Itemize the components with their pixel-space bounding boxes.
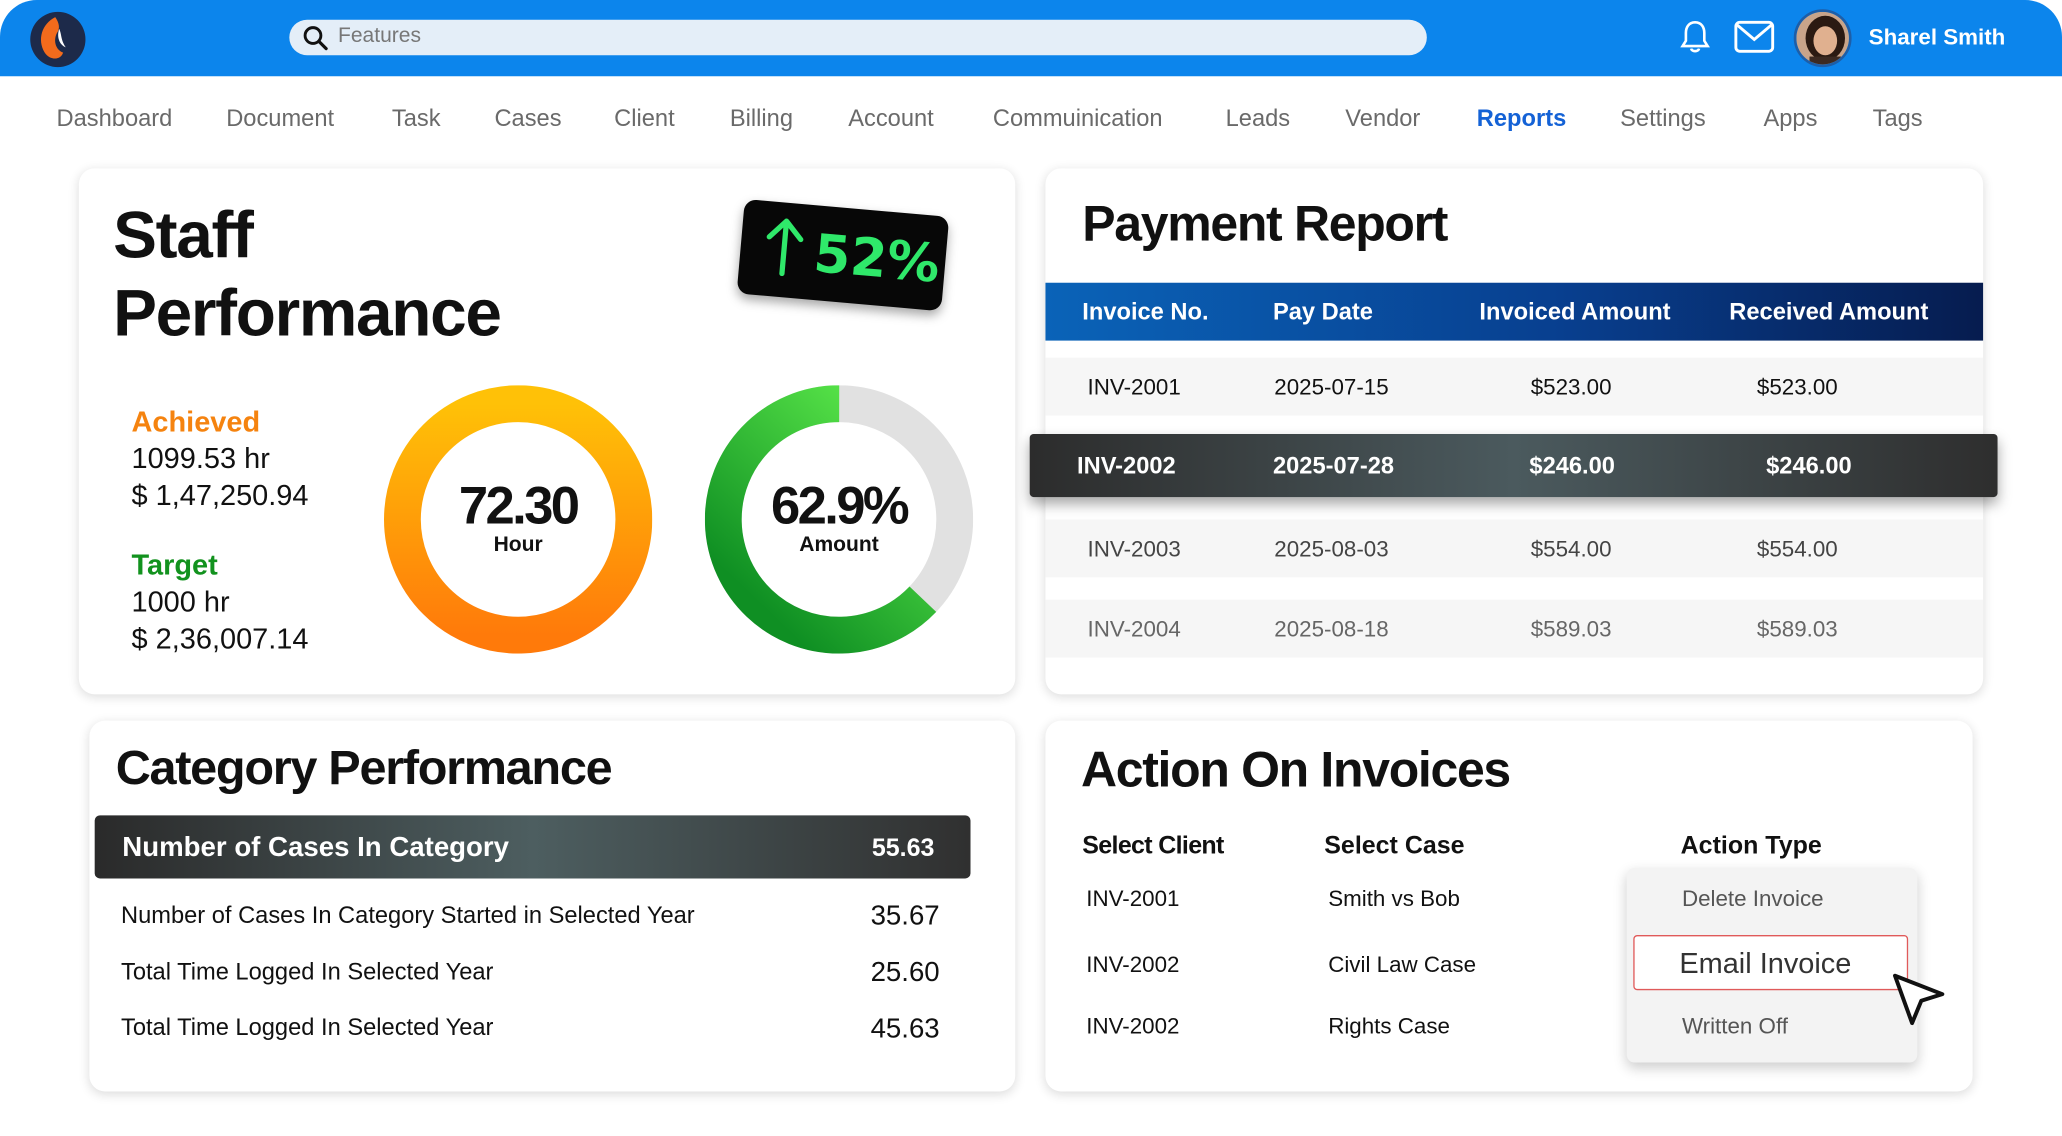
- nav-reports[interactable]: Reports: [1477, 105, 1566, 133]
- cell-invoice: INV-2003: [1087, 536, 1181, 562]
- cell-invoice: INV-2002: [1077, 452, 1176, 479]
- header-pay-date: Pay Date: [1272, 298, 1373, 325]
- category-header-label: Number of Cases In Category: [122, 832, 510, 863]
- user-name[interactable]: Sharel Smith: [1869, 25, 2006, 51]
- staff-title-line2: Performance: [113, 276, 502, 350]
- case-select-item[interactable]: Civil Law Case: [1328, 952, 1476, 978]
- client-select-item[interactable]: INV-2002: [1086, 952, 1179, 978]
- nav-settings[interactable]: Settings: [1620, 105, 1706, 133]
- cell-invoice: INV-2001: [1087, 374, 1181, 400]
- main-nav: Dashboard Document Task Cases Client Bil…: [0, 105, 2062, 137]
- case-select-item[interactable]: Rights Case: [1328, 1014, 1450, 1040]
- hours-ring-value: 72.30: [458, 477, 580, 536]
- cell-received: $246.00: [1766, 452, 1852, 479]
- mail-icon[interactable]: [1733, 20, 1775, 54]
- search-icon: [303, 26, 328, 51]
- target-label: Target: [131, 548, 218, 582]
- nav-tags[interactable]: Tags: [1873, 105, 1923, 133]
- client-select-item[interactable]: INV-2001: [1086, 886, 1179, 912]
- nav-account[interactable]: Account: [848, 105, 934, 133]
- option-written-off[interactable]: Written Off: [1682, 1014, 1788, 1040]
- cell-invoiced: $589.03: [1530, 616, 1612, 642]
- nav-document[interactable]: Document: [226, 105, 334, 133]
- category-row-label: Total Time Logged In Selected Year: [120, 958, 494, 985]
- nav-client[interactable]: Client: [614, 105, 675, 133]
- cell-invoiced: $246.00: [1529, 452, 1615, 479]
- cell-received: $589.03: [1756, 616, 1838, 642]
- cell-invoice: INV-2004: [1087, 616, 1181, 642]
- amount-ring-value: 62.9%: [770, 477, 910, 536]
- nav-apps[interactable]: Apps: [1763, 105, 1817, 133]
- target-amount: $ 2,36,007.14: [131, 622, 309, 655]
- category-row-label: Number of Cases In Category Started in S…: [120, 902, 695, 929]
- cell-invoiced: $523.00: [1530, 374, 1612, 400]
- growth-badge: 52%: [736, 199, 950, 312]
- growth-percent: 52%: [811, 223, 943, 296]
- target-hours: 1000 hr: [131, 585, 230, 619]
- case-select-item[interactable]: Smith vs Bob: [1328, 886, 1460, 912]
- cell-date: 2025-08-18: [1274, 616, 1389, 642]
- amount-ring-label: Amount: [799, 533, 879, 557]
- col-select-client: Select Client: [1082, 832, 1224, 861]
- payment-report-title: Payment Report: [1082, 197, 1448, 253]
- nav-billing[interactable]: Billing: [730, 105, 793, 133]
- action-invoices-title: Action On Invoices: [1080, 743, 1511, 799]
- payment-table-header: Invoice No. Pay Date Invoiced Amount Rec…: [1045, 282, 1984, 341]
- avatar[interactable]: [1793, 9, 1852, 68]
- client-select-item[interactable]: INV-2002: [1086, 1014, 1179, 1040]
- cell-date: 2025-08-03: [1274, 536, 1389, 562]
- category-row-value: 25.60: [870, 957, 940, 988]
- hours-ring-label: Hour: [493, 533, 543, 557]
- achieved-hours: 1099.53 hr: [131, 441, 270, 475]
- cell-received: $523.00: [1756, 374, 1838, 400]
- table-row[interactable]: INV-2001 2025-07-15 $523.00 $523.00: [1045, 357, 1984, 416]
- category-header: Number of Cases In Category 55.63: [94, 815, 971, 879]
- top-bar: Features Sharel Smith: [0, 0, 2062, 77]
- category-header-value: 55.63: [871, 835, 935, 863]
- nav-cases[interactable]: Cases: [494, 105, 561, 133]
- header-invoice-no: Invoice No.: [1082, 298, 1209, 325]
- category-row-value: 45.63: [870, 1013, 940, 1045]
- category-row-value: 35.67: [870, 900, 940, 932]
- achieved-label: Achieved: [131, 405, 261, 438]
- category-title: Category Performance: [115, 740, 613, 795]
- search-input[interactable]: Features: [338, 25, 421, 49]
- nav-vendor[interactable]: Vendor: [1345, 105, 1420, 133]
- nav-communication[interactable]: Commuinication: [993, 105, 1163, 133]
- nav-dashboard[interactable]: Dashboard: [57, 105, 173, 133]
- header-received-amount: Received Amount: [1729, 298, 1929, 325]
- col-action-type: Action Type: [1680, 832, 1822, 861]
- table-row[interactable]: INV-2004 2025-08-18 $589.03 $589.03: [1045, 599, 1984, 658]
- cell-date: 2025-07-28: [1272, 452, 1395, 479]
- nav-leads[interactable]: Leads: [1226, 105, 1290, 133]
- bell-icon[interactable]: [1679, 18, 1711, 55]
- table-row[interactable]: INV-2003 2025-08-03 $554.00 $554.00: [1045, 519, 1984, 578]
- option-delete-invoice[interactable]: Delete Invoice: [1682, 886, 1824, 912]
- search-bar[interactable]: Features: [289, 19, 1427, 56]
- category-row-label: Total Time Logged In Selected Year: [120, 1013, 494, 1041]
- staff-title-line1: Staff: [113, 198, 254, 273]
- arrow-up-icon: [766, 218, 804, 277]
- cell-invoiced: $554.00: [1530, 536, 1612, 562]
- cursor-icon: [1893, 973, 1945, 1026]
- achieved-amount: $ 1,47,250.94: [131, 478, 309, 512]
- table-row-highlighted[interactable]: INV-2002 2025-07-28 $246.00 $246.00: [1029, 433, 1998, 498]
- header-invoiced-amount: Invoiced Amount: [1479, 298, 1671, 325]
- col-select-case: Select Case: [1324, 832, 1465, 861]
- app-logo[interactable]: [29, 11, 87, 69]
- option-email-invoice[interactable]: Email Invoice: [1633, 935, 1909, 991]
- cell-received: $554.00: [1756, 536, 1838, 562]
- option-email-invoice-label: Email Invoice: [1679, 946, 1852, 980]
- nav-task[interactable]: Task: [392, 105, 441, 133]
- cell-date: 2025-07-15: [1274, 374, 1389, 400]
